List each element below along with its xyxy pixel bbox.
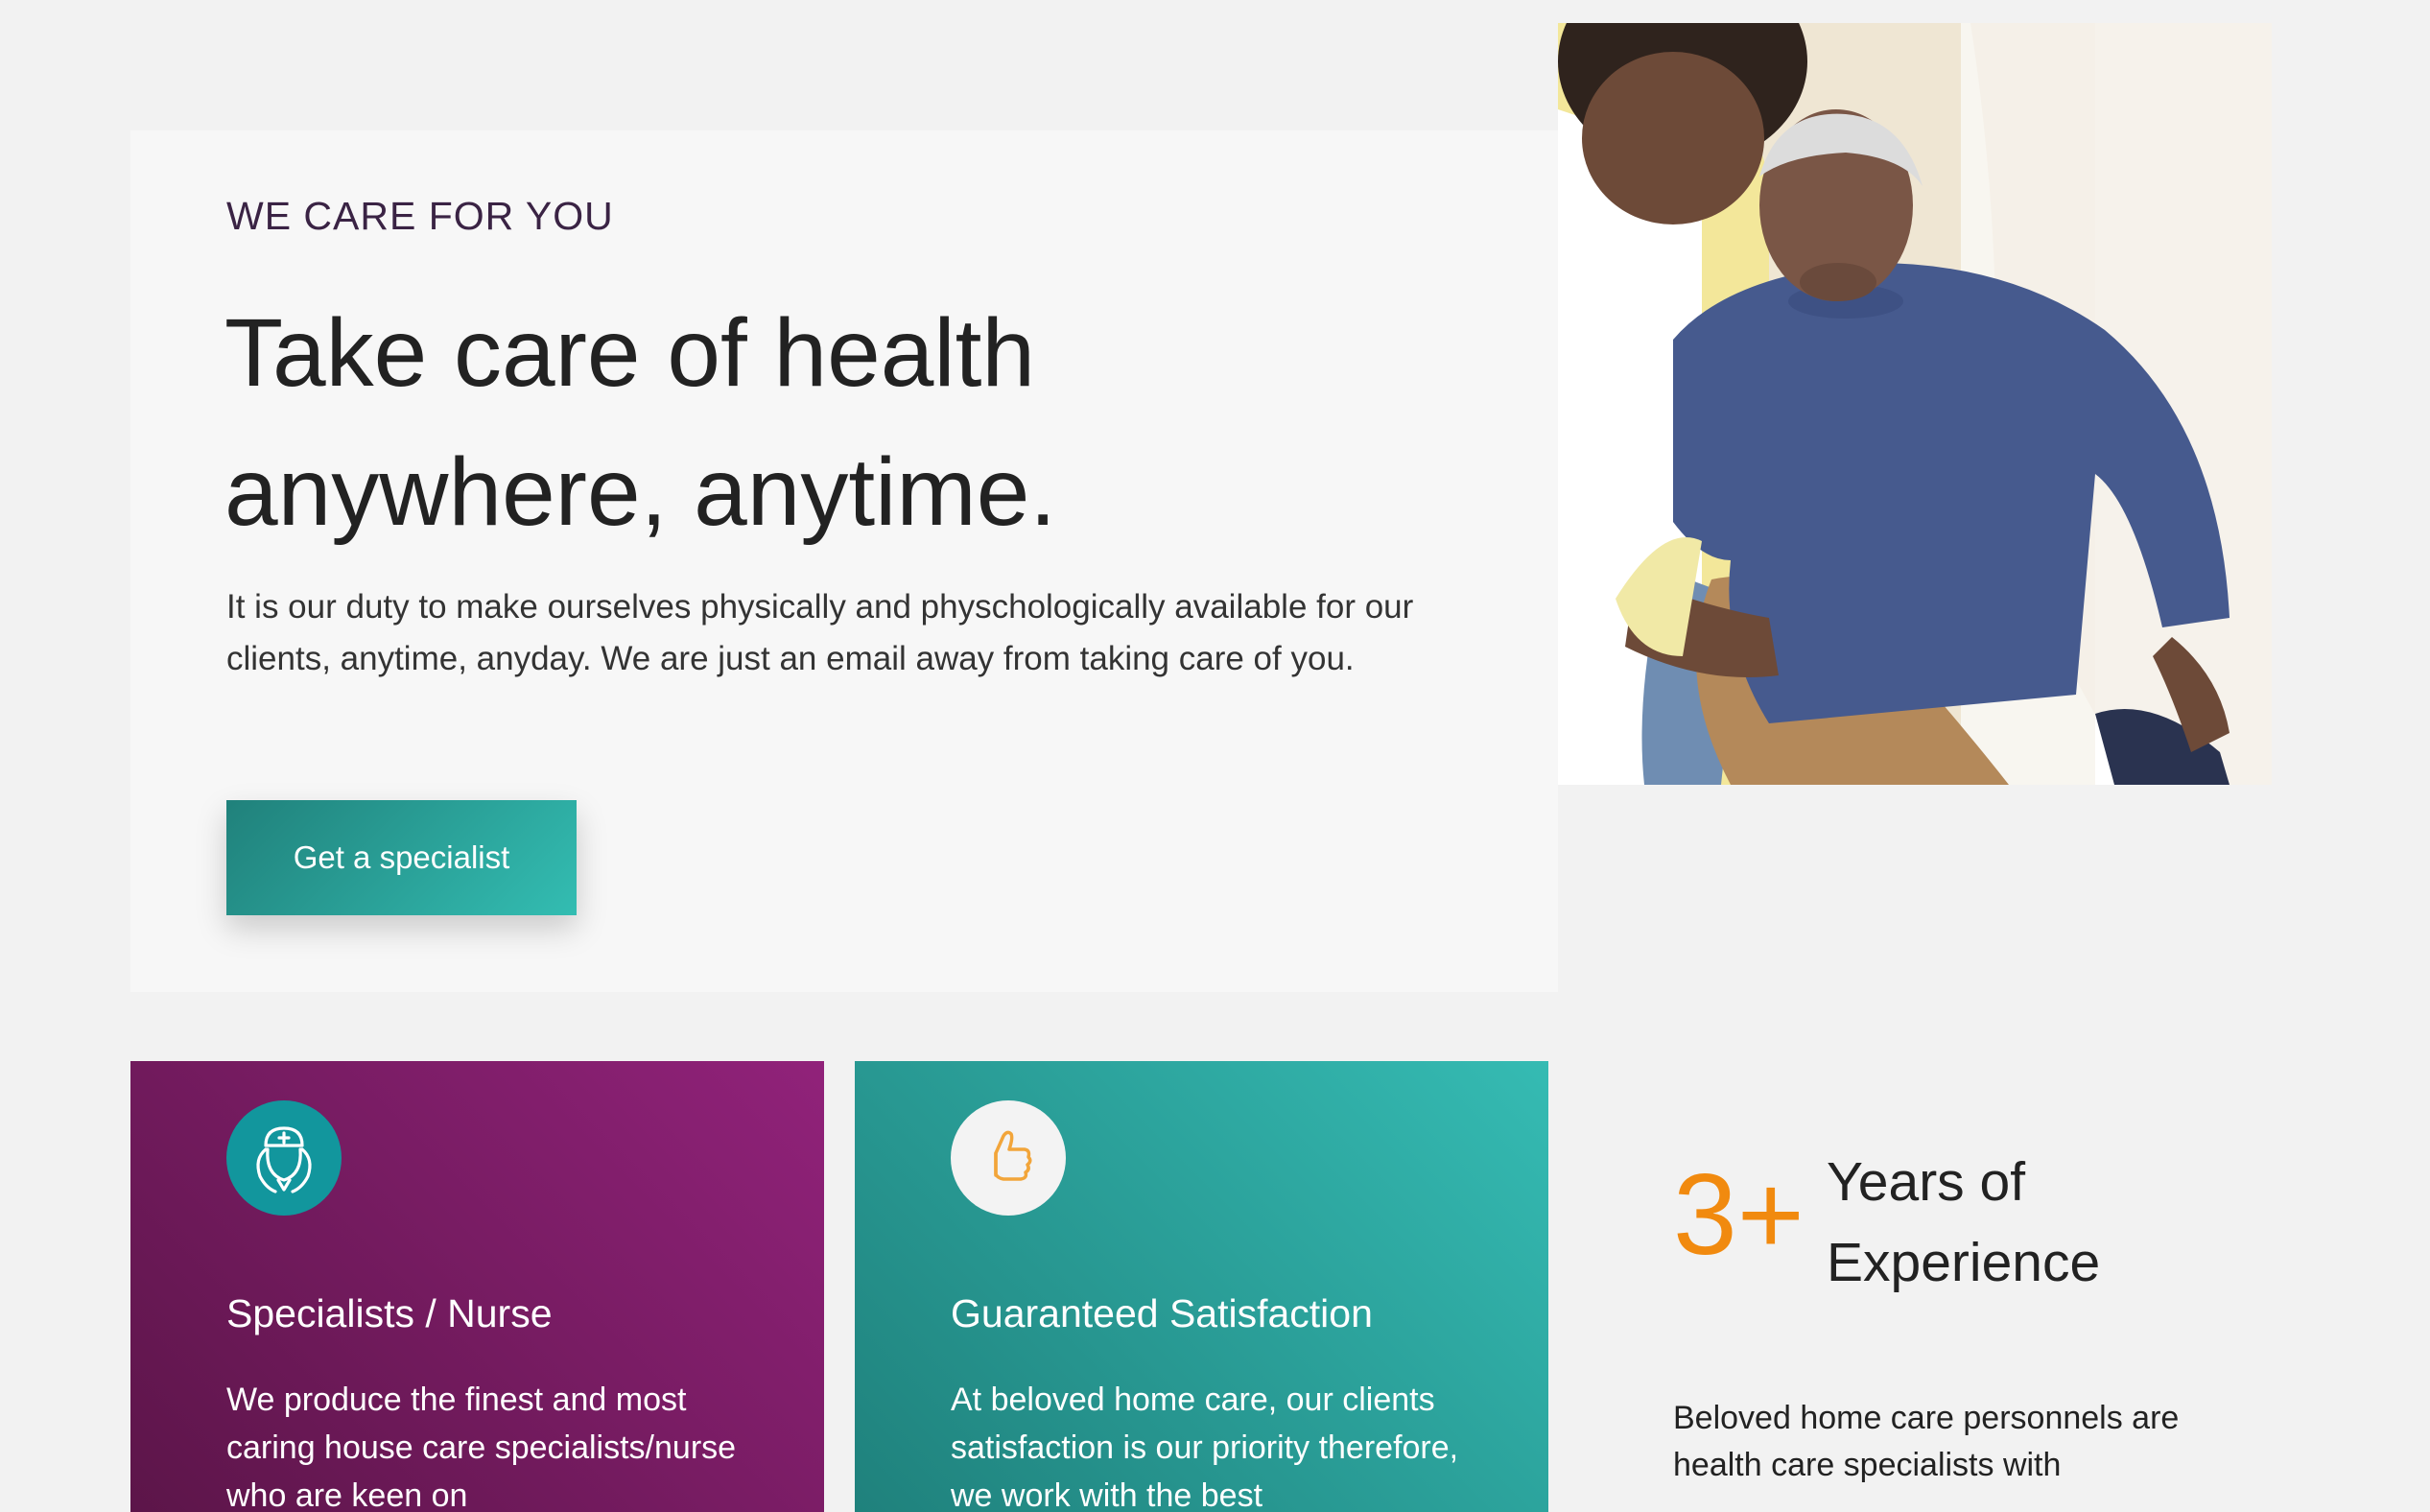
experience-number: 3+: [1673, 1150, 1805, 1279]
hero-card: WE CARE FOR YOU Take care of health anyw…: [130, 130, 1558, 992]
nurse-icon: [226, 1100, 342, 1216]
hero-headline: Take care of health anywhere, anytime.: [224, 299, 1057, 546]
feature-card-specialists: Specialists / Nurse We produce the fines…: [130, 1061, 824, 1512]
feature-title-specialists: Specialists / Nurse: [226, 1291, 553, 1335]
feature-text-satisfaction: At beloved home care, our clients satisf…: [951, 1382, 1459, 1512]
feature-text-specialists: We produce the finest and most caring ho…: [226, 1382, 737, 1512]
hero-eyebrow: WE CARE FOR YOU: [226, 194, 614, 238]
feature-title-satisfaction: Guaranteed Satisfaction: [951, 1291, 1373, 1335]
hero-intro: It is our duty to make ourselves physica…: [226, 588, 1414, 677]
thumbs-up-icon: [951, 1100, 1066, 1216]
feature-card-satisfaction: Guaranteed Satisfaction At beloved home …: [855, 1061, 1548, 1512]
experience-label: Years of Experience: [1827, 1151, 2101, 1293]
get-specialist-button[interactable]: Get a specialist: [226, 800, 577, 915]
hero-photo: [1558, 23, 2272, 785]
experience-description: Beloved home care personnels are health …: [1673, 1400, 2180, 1483]
